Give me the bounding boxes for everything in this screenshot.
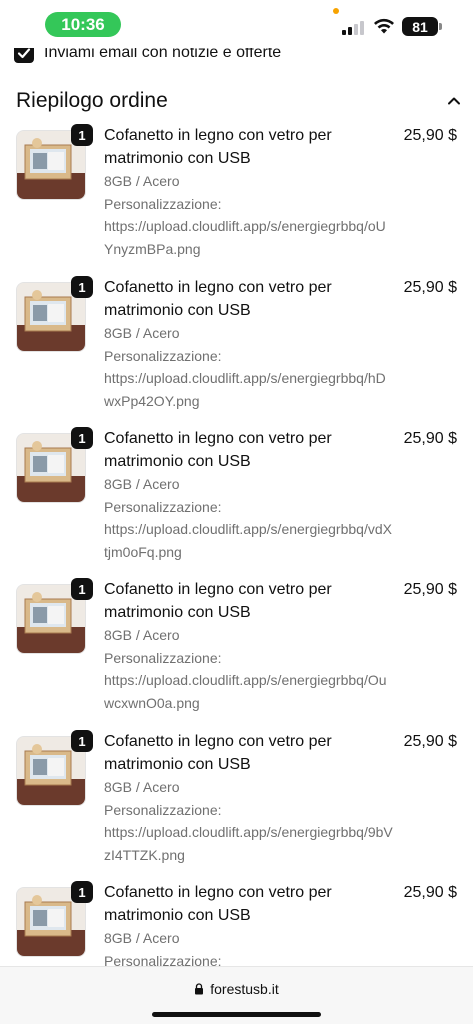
status-time: 10:36 [45, 12, 121, 37]
customization-url: https://upload.cloudlift.app/s/energiegr… [104, 672, 387, 711]
battery-tip [439, 23, 442, 30]
order-summary-toggle[interactable]: Riepilogo ordine [16, 86, 462, 116]
product-name: Cofanetto in legno con vetro per matrimo… [104, 430, 332, 470]
product-thumbnail: 1 [16, 881, 93, 957]
status-bar: 10:36 81 [0, 0, 473, 48]
recording-indicator [333, 8, 339, 14]
customization-label: Personalizzazione: [104, 801, 222, 818]
product-price: 25,90 $ [403, 733, 457, 750]
product-variant: 8GB / Acero [104, 173, 180, 189]
quantity-badge: 1 [71, 427, 93, 449]
cellular-signal-icon [342, 20, 366, 35]
browser-address-bar[interactable]: forestusb.it [0, 966, 473, 1024]
order-summary-title: Riepilogo ordine [16, 89, 168, 112]
product-name: Cofanetto in legno con vetro per matrimo… [104, 581, 332, 621]
product-thumbnail: 1 [16, 578, 93, 654]
product-thumbnail: 1 [16, 427, 93, 503]
product-price: 25,90 $ [403, 581, 457, 598]
quantity-badge: 1 [71, 730, 93, 752]
customization-label: Personalizzazione: [104, 347, 222, 364]
product-variant: 8GB / Acero [104, 930, 180, 946]
lock-icon [195, 983, 204, 995]
product-variant: 8GB / Acero [104, 325, 180, 341]
url-display[interactable]: forestusb.it [0, 981, 473, 997]
checkmark-icon [17, 48, 31, 59]
product-name: Cofanetto in legno con vetro per matrimo… [104, 279, 332, 319]
product-variant: 8GB / Acero [104, 779, 180, 795]
product-name: Cofanetto in legno con vetro per matrimo… [104, 884, 332, 924]
product-name: Cofanetto in legno con vetro per matrimo… [104, 733, 332, 773]
customization-label: Personalizzazione: [104, 498, 222, 515]
quantity-badge: 1 [71, 276, 93, 298]
product-name: Cofanetto in legno con vetro per matrimo… [104, 127, 332, 167]
chevron-up-icon[interactable] [446, 93, 462, 109]
product-thumbnail: 1 [16, 730, 93, 806]
product-thumbnail: 1 [16, 276, 93, 352]
wifi-icon [374, 18, 394, 34]
product-variant: 8GB / Acero [104, 627, 180, 643]
product-price: 25,90 $ [403, 430, 457, 447]
url-text: forestusb.it [210, 981, 279, 997]
customization-url: https://upload.cloudlift.app/s/energiegr… [104, 218, 386, 257]
home-indicator[interactable] [152, 1012, 321, 1017]
product-price: 25,90 $ [403, 884, 457, 901]
quantity-badge: 1 [71, 578, 93, 600]
product-price: 25,90 $ [403, 127, 457, 144]
customization-url: https://upload.cloudlift.app/s/energiegr… [104, 370, 386, 409]
customization-label: Personalizzazione: [104, 195, 222, 212]
product-thumbnail: 1 [16, 124, 93, 200]
product-variant: 8GB / Acero [104, 476, 180, 492]
product-price: 25,90 $ [403, 279, 457, 296]
customization-url: https://upload.cloudlift.app/s/energiegr… [104, 824, 393, 863]
quantity-badge: 1 [71, 881, 93, 903]
customization-url: https://upload.cloudlift.app/s/energiegr… [104, 521, 392, 560]
quantity-badge: 1 [71, 124, 93, 146]
customization-label: Personalizzazione: [104, 649, 222, 666]
battery-icon: 81 [402, 17, 438, 36]
